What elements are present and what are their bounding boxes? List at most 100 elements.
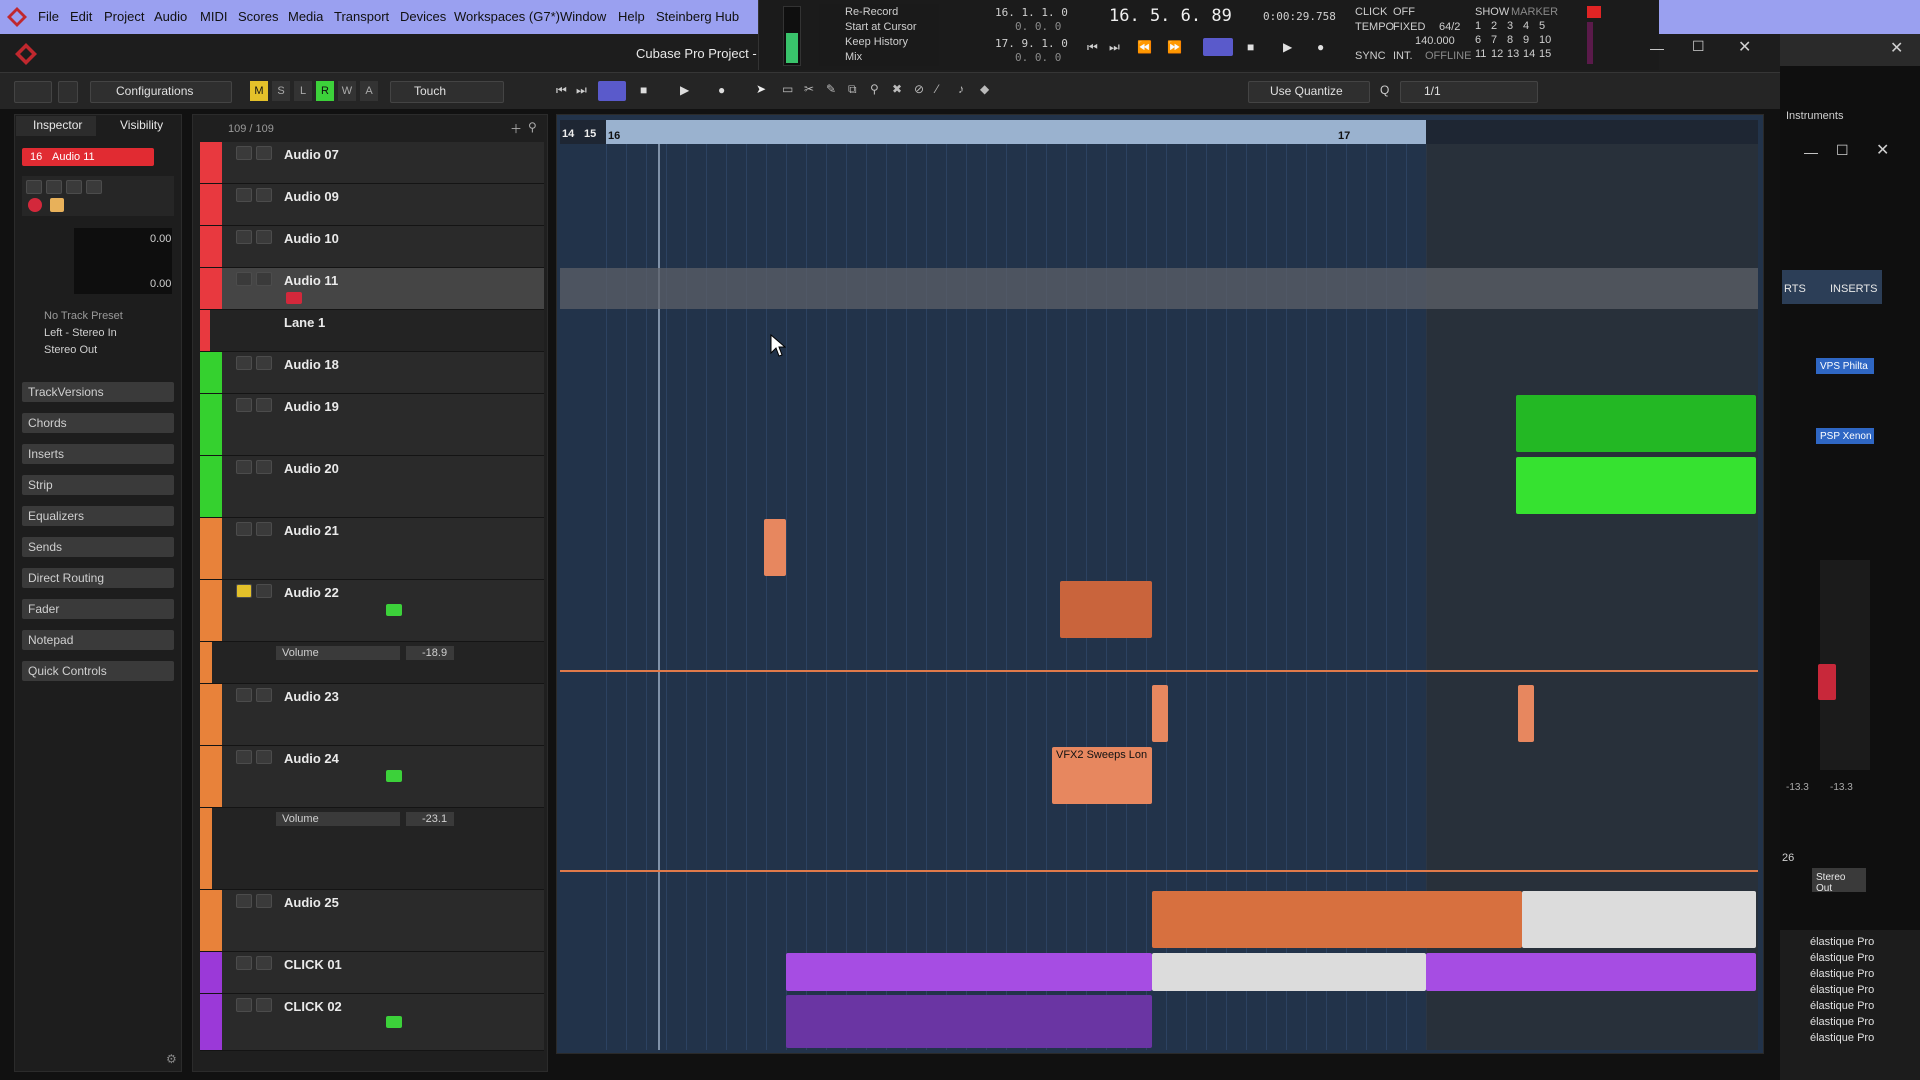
- toolbar-next-icon[interactable]: ⏭: [576, 83, 587, 98]
- automation-lane-volume-24[interactable]: Volume -23.1: [200, 808, 544, 890]
- clip-click-01-b[interactable]: [1152, 953, 1426, 991]
- menu-window[interactable]: Window: [560, 9, 606, 24]
- algorithm-row-7[interactable]: élastique Pro: [1810, 1032, 1874, 1044]
- menu-scores[interactable]: Scores: [238, 9, 278, 24]
- search-icon[interactable]: ⚲: [528, 120, 537, 134]
- clip-click-01-a[interactable]: [786, 953, 1152, 991]
- algorithm-row-2[interactable]: élastique Pro: [1810, 952, 1874, 964]
- time-signature[interactable]: 64/2: [1439, 21, 1460, 33]
- cubase-logo-icon[interactable]: [6, 6, 28, 28]
- inspector-mute-button[interactable]: [26, 180, 42, 194]
- track-audio-22[interactable]: Audio 22: [200, 580, 544, 642]
- click-label[interactable]: CLICK: [1355, 6, 1387, 18]
- track-preset[interactable]: No Track Preset: [44, 310, 123, 322]
- marker-7[interactable]: 7: [1491, 34, 1497, 46]
- section-notepad[interactable]: Notepad: [22, 630, 174, 650]
- inspector-monitor-button[interactable]: [50, 198, 64, 212]
- quantize-value-dropdown[interactable]: [1400, 81, 1538, 103]
- output-routing[interactable]: Stereo Out: [44, 344, 97, 356]
- record-icon[interactable]: ●: [1317, 40, 1324, 54]
- rack-close-icon[interactable]: ✕: [1876, 140, 1889, 160]
- auto-mode-button[interactable]: A: [360, 81, 378, 101]
- speaker-tool-icon[interactable]: ♪: [958, 82, 964, 96]
- automation-lane-volume-22[interactable]: Volume -18.9: [200, 642, 544, 684]
- menu-midi[interactable]: MIDI: [200, 9, 227, 24]
- toolbar-layout-button[interactable]: [14, 81, 52, 103]
- zoom-tool-icon[interactable]: ⚲: [870, 82, 879, 96]
- track-audio-20[interactable]: Audio 20: [200, 456, 544, 518]
- tempo-label[interactable]: TEMPO: [1355, 21, 1394, 33]
- track-audio-07[interactable]: Audio 07: [200, 142, 544, 184]
- track-audio-21[interactable]: Audio 21: [200, 518, 544, 580]
- click-state[interactable]: OFF: [1393, 6, 1415, 18]
- inspector-record-enable-button[interactable]: [28, 198, 42, 212]
- clip-audio-25-a[interactable]: [1152, 891, 1522, 948]
- fast-forward-icon[interactable]: ⏩: [1167, 40, 1182, 54]
- algorithm-row-6[interactable]: élastique Pro: [1810, 1016, 1874, 1028]
- show-markers-button[interactable]: SHOW: [1475, 6, 1509, 18]
- track-audio-23[interactable]: Audio 23: [200, 684, 544, 746]
- section-direct-routing[interactable]: Direct Routing: [22, 568, 174, 588]
- marker-6[interactable]: 6: [1475, 34, 1481, 46]
- rack-minimize-icon[interactable]: —: [1804, 144, 1818, 160]
- record-mode-1[interactable]: Re-Record: [845, 6, 898, 18]
- add-track-icon[interactable]: ＋: [510, 120, 522, 137]
- algorithm-row-3[interactable]: élastique Pro: [1810, 968, 1874, 980]
- marker-1[interactable]: 1: [1475, 20, 1481, 32]
- cycle-range[interactable]: [606, 120, 1426, 144]
- marker-10[interactable]: 10: [1539, 34, 1551, 46]
- marker-8[interactable]: 8: [1507, 34, 1513, 46]
- sync-label[interactable]: SYNC: [1355, 50, 1386, 62]
- marker-5[interactable]: 5: [1539, 20, 1545, 32]
- record-mode-2[interactable]: Start at Cursor: [845, 21, 917, 33]
- algorithm-row-1[interactable]: élastique Pro: [1810, 936, 1874, 948]
- lane-1[interactable]: Lane 1: [200, 310, 544, 352]
- split-tool-icon[interactable]: ✂: [804, 82, 814, 96]
- toolbar-prev-icon[interactable]: ⏮: [556, 83, 567, 98]
- read-automation-button[interactable]: R: [316, 81, 334, 101]
- menu-project[interactable]: Project: [104, 9, 144, 24]
- track-audio-09[interactable]: Audio 09: [200, 184, 544, 226]
- section-strip[interactable]: Strip: [22, 475, 174, 495]
- line-tool-icon[interactable]: ⁄: [936, 82, 938, 96]
- algorithm-row-5[interactable]: élastique Pro: [1810, 1000, 1874, 1012]
- section-equalizers[interactable]: Equalizers: [22, 506, 174, 526]
- color-tool-icon[interactable]: ◆: [980, 82, 989, 96]
- section-quick-controls[interactable]: Quick Controls: [22, 661, 174, 681]
- clip-audio-23-b[interactable]: [1518, 685, 1534, 742]
- marker-3[interactable]: 3: [1507, 20, 1513, 32]
- quantize-icon[interactable]: Q: [1380, 83, 1389, 97]
- section-chords[interactable]: Chords: [22, 413, 174, 433]
- mute-all-button[interactable]: M: [250, 81, 268, 101]
- menu-steinberg-hub[interactable]: Steinberg Hub: [656, 9, 739, 24]
- solo-all-button[interactable]: S: [272, 81, 290, 101]
- marker-11[interactable]: 11: [1475, 48, 1486, 60]
- fader-cap[interactable]: [1818, 664, 1836, 700]
- object-selection-tool-icon[interactable]: ➤: [756, 82, 766, 96]
- marker-15[interactable]: 15: [1539, 48, 1551, 60]
- clip-audio-25-b[interactable]: [1522, 891, 1756, 948]
- inspector-write-button[interactable]: [86, 180, 102, 194]
- track-click-02[interactable]: CLICK 02: [200, 994, 544, 1051]
- inspector-settings-icon[interactable]: ⚙: [166, 1052, 177, 1066]
- right-zone-close-icon[interactable]: ✕: [1890, 38, 1903, 58]
- inspector-solo-button[interactable]: [46, 180, 62, 194]
- clip-click-01-c[interactable]: [1426, 953, 1756, 991]
- marker-4[interactable]: 4: [1523, 20, 1529, 32]
- minimize-icon[interactable]: —: [1650, 40, 1664, 56]
- clip-audio-23-a[interactable]: [1152, 685, 1168, 742]
- menu-edit[interactable]: Edit: [70, 9, 92, 24]
- section-sends[interactable]: Sends: [22, 537, 174, 557]
- clip-audio-19[interactable]: [1516, 395, 1756, 452]
- marker-14[interactable]: 14: [1523, 48, 1535, 60]
- tab-visibility[interactable]: Visibility: [120, 118, 163, 132]
- go-to-end-icon[interactable]: ⏭: [1109, 40, 1120, 55]
- track-click-01[interactable]: CLICK 01: [200, 952, 544, 994]
- section-fader[interactable]: Fader: [22, 599, 174, 619]
- track-audio-11-selected[interactable]: Audio 11: [200, 268, 544, 310]
- record-mode-4[interactable]: Mix: [845, 51, 862, 63]
- track-audio-24[interactable]: Audio 24: [200, 746, 544, 808]
- algorithm-row-4[interactable]: élastique Pro: [1810, 984, 1874, 996]
- marker-9[interactable]: 9: [1523, 34, 1529, 46]
- glue-tool-icon[interactable]: ⧉: [848, 82, 857, 97]
